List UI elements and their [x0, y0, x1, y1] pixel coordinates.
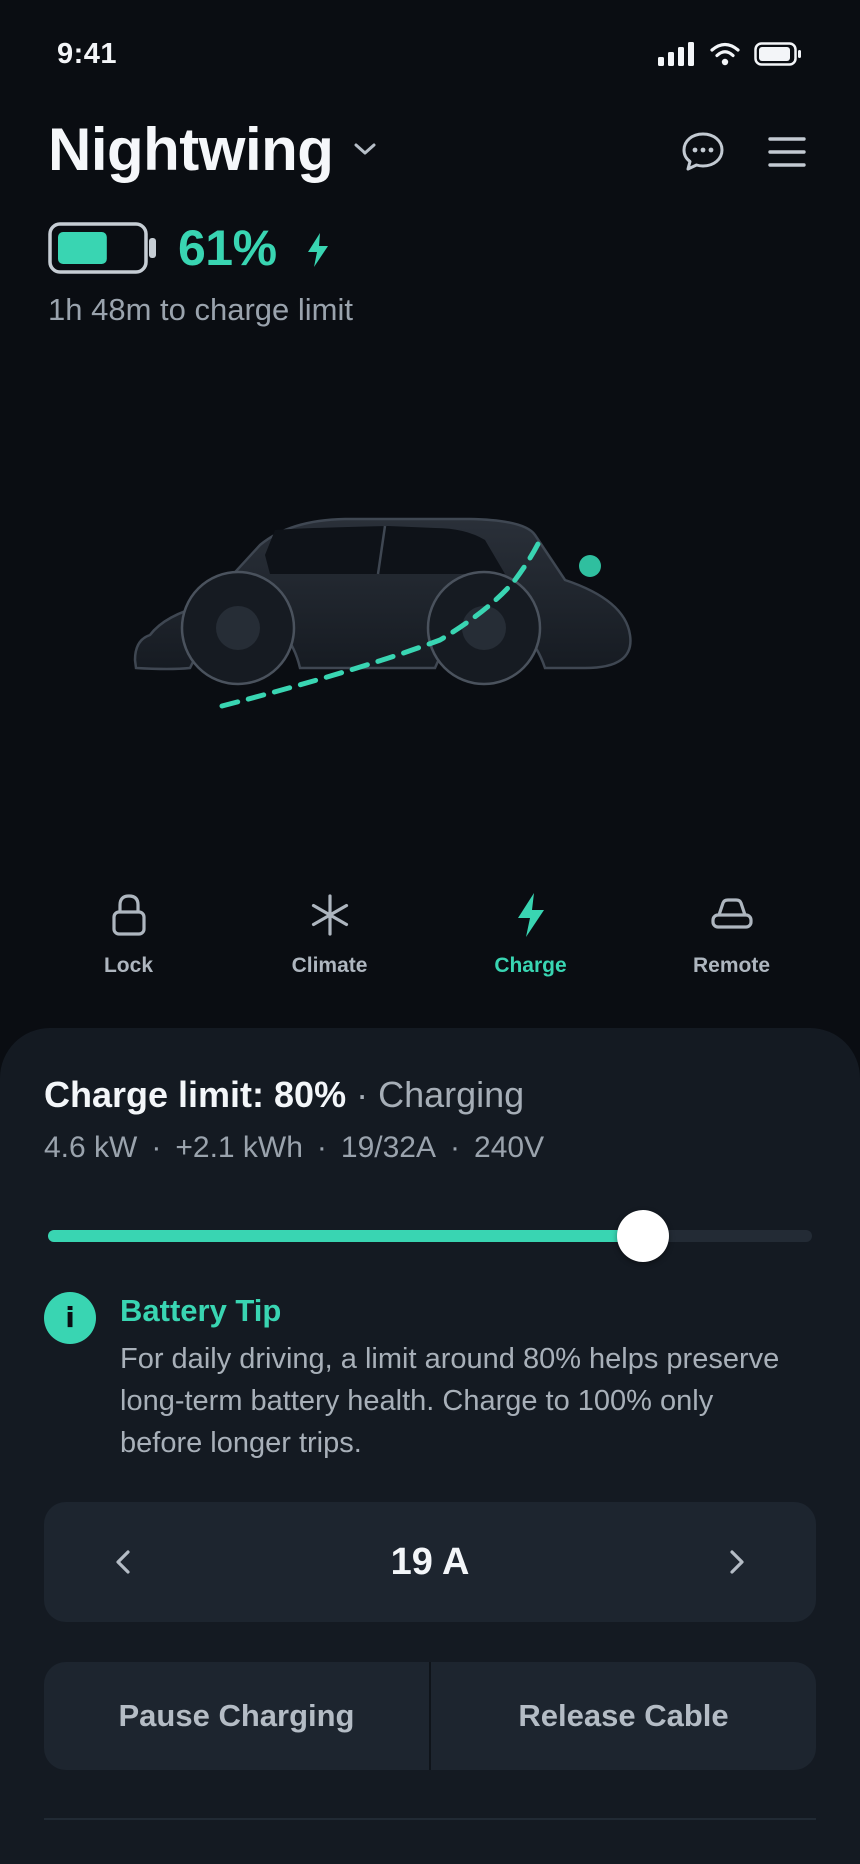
stat-separator: ·: [151, 1131, 162, 1164]
vehicle-name[interactable]: Nightwing: [48, 112, 334, 188]
chat-icon[interactable]: [680, 129, 726, 175]
slider-thumb[interactable]: [616, 1210, 669, 1262]
car-remote-icon: [709, 890, 755, 940]
status-time: 9:41: [57, 38, 118, 70]
divider: [44, 1818, 816, 1820]
wifi-icon: [710, 42, 740, 66]
bolt-icon: [514, 890, 548, 940]
quick-action-label: Remote: [692, 954, 771, 977]
stat-power: 4.6 kW: [44, 1131, 138, 1164]
charging-actions: Pause Charging Release Cable: [44, 1662, 816, 1770]
stat-separator: ·: [450, 1131, 461, 1164]
quick-action-label: Lock: [103, 954, 153, 977]
quick-action-label: Climate: [291, 954, 368, 977]
battery-percent: 61%: [178, 220, 277, 276]
charge-limit-slider[interactable]: [48, 1210, 812, 1262]
slider-fill: [48, 1230, 643, 1242]
charging-status: Charging: [378, 1074, 525, 1115]
battery-fill: [58, 232, 107, 264]
lock-icon: [109, 890, 149, 940]
status-icons: [658, 42, 802, 66]
chevron-down-icon[interactable]: [352, 140, 378, 158]
stat-voltage: 240V: [474, 1131, 545, 1164]
climate-icon: [308, 890, 352, 940]
charge-eta: 1h 48m to charge limit: [48, 292, 353, 327]
separator: ·: [346, 1074, 379, 1115]
signal-icon: [658, 42, 694, 66]
status-battery-icon: [754, 42, 801, 66]
amperage-value: 19 A: [390, 1541, 470, 1583]
quick-action-label: Charge: [494, 954, 567, 977]
stat-current: 19/32A: [340, 1131, 437, 1164]
stat-separator: ·: [316, 1131, 327, 1164]
amperage-stepper: 19 A: [44, 1502, 816, 1622]
info-icon: i: [44, 1292, 96, 1344]
charging-stats: 4.6 kW · +2.1 kWh · 19/32A · 240V: [44, 1128, 544, 1168]
header: Nightwing: [48, 112, 818, 192]
charging-bolt-icon: [307, 233, 328, 267]
quick-action-remote[interactable]: Remote: [631, 890, 832, 990]
pause-charging-button[interactable]: Pause Charging: [44, 1662, 429, 1770]
chevron-left-icon[interactable]: [104, 1542, 144, 1582]
chevron-right-icon[interactable]: [716, 1542, 756, 1582]
quick-action-climate[interactable]: Climate: [229, 890, 430, 990]
battery-status: 61%: [48, 220, 331, 276]
release-cable-button[interactable]: Release Cable: [431, 1662, 816, 1770]
charge-limit-label: Charge limit: 80%: [44, 1074, 347, 1115]
menu-icon[interactable]: [766, 131, 808, 173]
tip-body: For daily driving, a limit around 80% he…: [120, 1343, 780, 1459]
stat-energy: +2.1 kWh: [175, 1131, 303, 1164]
status-bar: 9:41: [0, 0, 860, 110]
charge-limit-heading: Charge limit: 80% · Charging: [44, 1070, 524, 1120]
charge-port-indicator: [579, 555, 601, 577]
tip-title: Battery Tip: [120, 1293, 282, 1328]
battery-icon: [48, 222, 156, 274]
quick-actions: Lock Climate Charge Remote: [28, 890, 832, 990]
car-illustration: [133, 517, 632, 709]
quick-action-lock[interactable]: Lock: [28, 890, 229, 990]
quick-action-charge[interactable]: Charge: [430, 890, 631, 990]
